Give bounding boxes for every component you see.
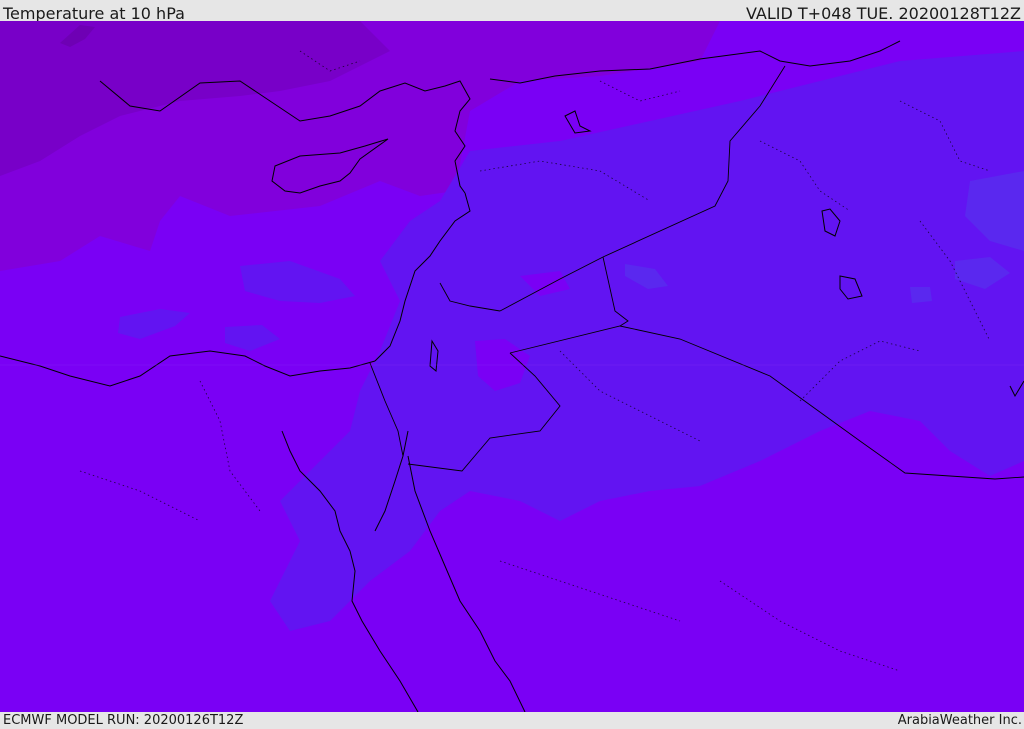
map-canvas — [0, 21, 1024, 712]
header-bar: Temperature at 10 hPa VALID T+048 TUE. 2… — [0, 0, 1024, 23]
field-colder-patch-3 — [910, 287, 932, 303]
credit-label: ArabiaWeather Inc. — [897, 713, 1022, 728]
footer-bar: ECMWF MODEL RUN: 20200126T12Z ArabiaWeat… — [0, 712, 1024, 729]
weather-map-page: Temperature at 10 hPa VALID T+048 TUE. 2… — [0, 0, 1024, 729]
temperature-map — [0, 21, 1024, 712]
model-run-label: ECMWF MODEL RUN: 20200126T12Z — [3, 713, 244, 728]
